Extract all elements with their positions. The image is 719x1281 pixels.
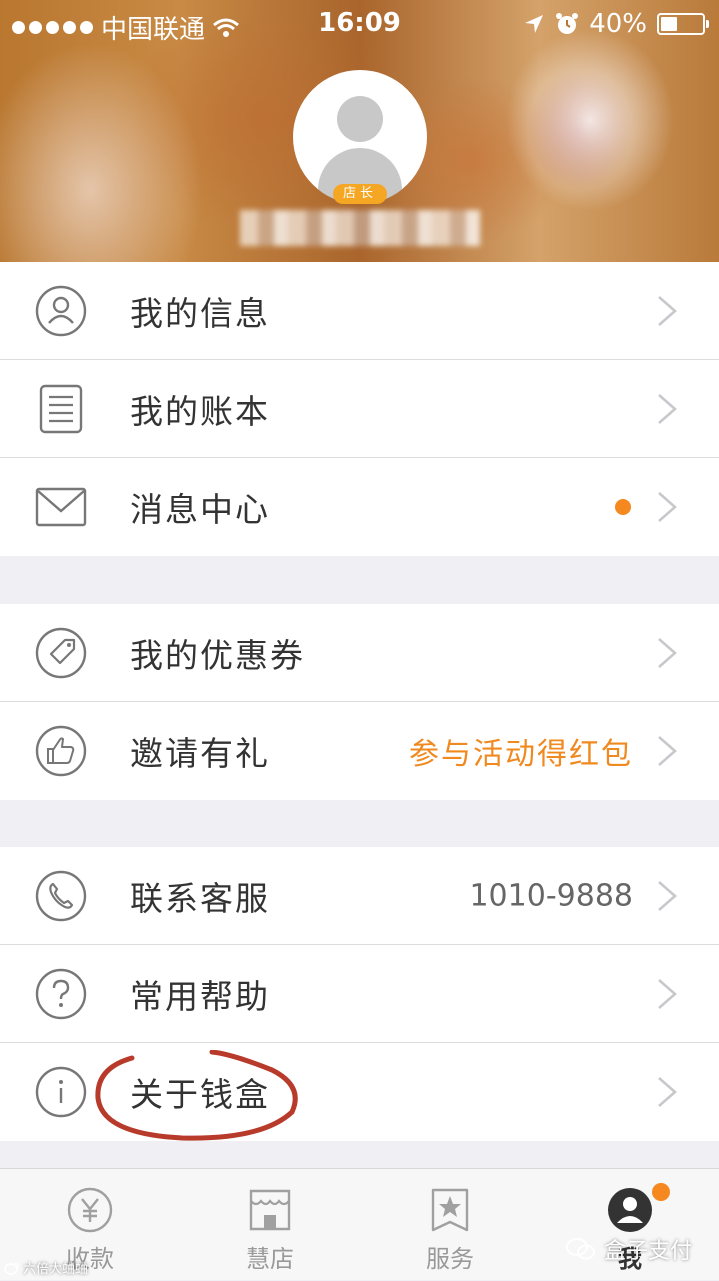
- menu-item-invite-gift[interactable]: 邀请有礼 参与活动得红包: [0, 702, 719, 800]
- wechat-icon: [566, 1238, 595, 1260]
- tab-label: 服务: [426, 1245, 474, 1273]
- menu-item-label: 我的信息: [130, 293, 270, 333]
- blurred-username: [240, 210, 480, 246]
- menu-item-label: 我的优惠券: [130, 635, 305, 675]
- menu-item-my-ledger[interactable]: 我的账本: [0, 360, 719, 458]
- question-icon: [35, 968, 87, 1020]
- menu-item-label: 消息中心: [130, 490, 270, 529]
- menu-group-account: 我的信息 我的账本 消息中心: [0, 262, 719, 556]
- alarm-icon: [556, 13, 579, 34]
- location-arrow-icon: [525, 15, 544, 33]
- yen-icon: [67, 1187, 113, 1233]
- menu-item-label: 常用帮助: [130, 976, 270, 1016]
- menu-item-label: 我的账本: [130, 391, 270, 431]
- menu-item-label: 邀请有礼: [130, 734, 270, 773]
- user-circle-icon: [35, 285, 87, 337]
- tab-smart-store[interactable]: 慧店: [210, 1169, 330, 1281]
- thumbs-up-icon: [35, 725, 87, 777]
- status-right: 40%: [523, 9, 709, 39]
- role-badge: 店长: [333, 184, 387, 204]
- ledger-icon: [35, 383, 87, 435]
- unread-dot: [615, 499, 631, 515]
- chevron-right-icon: [658, 637, 677, 668]
- watermark-text: 六倍大蛐蛐: [23, 1262, 89, 1277]
- chevron-right-icon: [658, 978, 677, 1009]
- weibo-watermark: 六倍大蛐蛐: [4, 1258, 88, 1277]
- menu-item-message-center[interactable]: 消息中心: [0, 458, 719, 556]
- chevron-right-icon: [658, 1077, 677, 1107]
- star-bookmark-icon: [431, 1188, 469, 1232]
- profile-icon: [608, 1188, 652, 1232]
- chevron-right-icon: [658, 736, 677, 766]
- menu-group-promotions: 我的优惠券 邀请有礼 参与活动得红包: [0, 604, 719, 800]
- annotation-circle: [95, 1050, 298, 1141]
- menu-item-customer-service[interactable]: 联系客服 1010-9888: [0, 847, 719, 945]
- shop-icon: [249, 1189, 291, 1231]
- invite-promo-text: 参与活动得红包: [409, 737, 633, 772]
- watermark-text: 盒子支付: [604, 1239, 693, 1264]
- chevron-right-icon: [658, 295, 677, 326]
- info-icon: [35, 1066, 87, 1118]
- menu-item-label: 联系客服: [130, 878, 270, 918]
- phone-icon: [35, 870, 87, 922]
- battery-fill: [661, 17, 677, 31]
- menu-item-help[interactable]: 常用帮助: [0, 945, 719, 1043]
- battery-icon: [657, 13, 709, 35]
- tab-label: 慧店: [246, 1245, 294, 1273]
- tab-services[interactable]: 服务: [390, 1169, 510, 1281]
- tag-icon: [35, 627, 87, 679]
- envelope-icon: [35, 481, 87, 533]
- chevron-right-icon: [658, 492, 677, 522]
- status-bar: 中国联通 16:09 40%: [0, 0, 719, 50]
- wechat-watermark: 盒子支付: [566, 1233, 692, 1265]
- chevron-right-icon: [658, 880, 677, 911]
- chevron-right-icon: [658, 393, 677, 424]
- service-phone-number: 1010-9888: [469, 878, 633, 913]
- menu-item-coupons[interactable]: 我的优惠券: [0, 604, 719, 702]
- tab-badge-dot: [652, 1183, 670, 1201]
- menu-item-my-info[interactable]: 我的信息: [0, 262, 719, 360]
- weibo-icon: [4, 1261, 19, 1275]
- battery-percent: 40%: [589, 9, 647, 39]
